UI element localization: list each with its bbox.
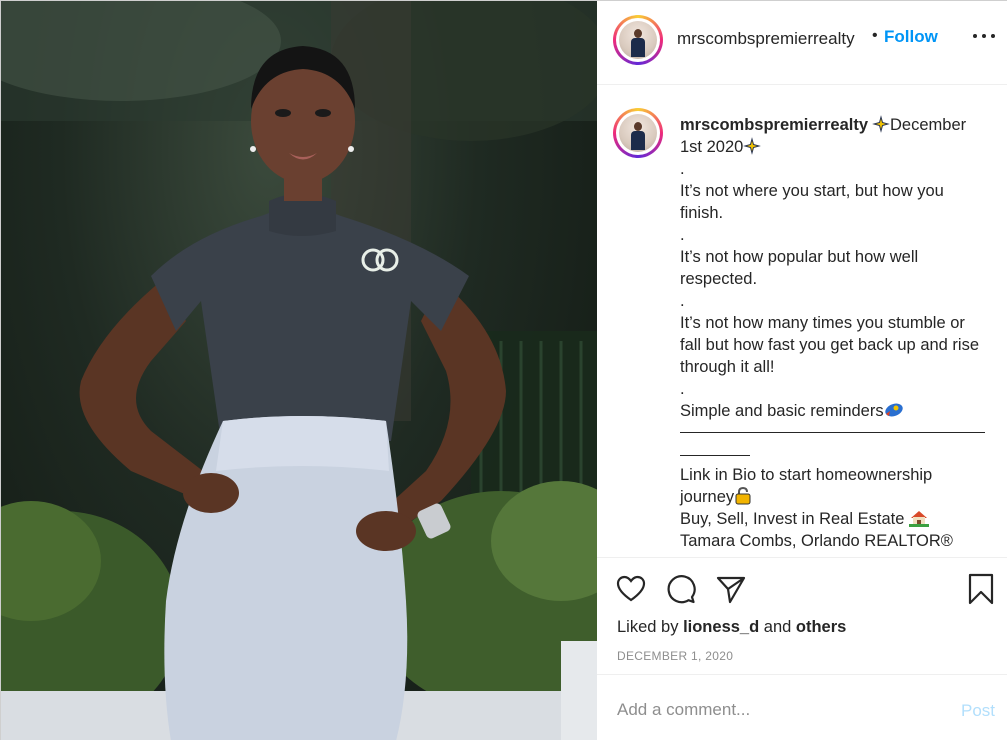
post-window: mrscombspremierrealty • Follow mrscombsp… <box>0 0 1007 740</box>
caption-username[interactable]: mrscombspremierrealty <box>680 116 868 134</box>
comment-icon[interactable] <box>665 573 697 605</box>
follow-button[interactable]: Follow <box>884 27 938 47</box>
liked-by-and: and <box>763 618 792 636</box>
sparkles-icon <box>743 137 762 155</box>
post-actions: Liked by lioness_d and others DECEMBER 1… <box>597 557 1007 740</box>
caption-paragraph: Simple and basic reminders <box>680 402 884 420</box>
caption-avatar-image <box>619 114 657 152</box>
caption-paragraph: Link in Bio to start homeownership journ… <box>680 466 933 506</box>
post-photo[interactable] <box>1 1 597 740</box>
caption-paragraph: Buy, Sell, Invest in Real Estate <box>680 510 905 528</box>
likes-summary: Liked by lioness_d and others <box>617 618 846 637</box>
caption-dot: . <box>680 380 685 398</box>
caption-dot: . <box>680 226 685 244</box>
caption-paragraph: It’s not how many times you stumble or f… <box>680 314 980 376</box>
post-date[interactable]: DECEMBER 1, 2020 <box>617 649 733 663</box>
post-comment-button[interactable]: Post <box>961 701 995 721</box>
post-sidebar: mrscombspremierrealty • Follow mrscombsp… <box>597 1 1007 740</box>
bookmark-icon[interactable] <box>965 573 997 605</box>
post-header: mrscombspremierrealty • Follow <box>597 1 1007 85</box>
share-icon[interactable] <box>715 573 747 605</box>
divider-line <box>680 432 985 433</box>
caption-avatar[interactable] <box>613 108 663 158</box>
photo-illustration <box>1 1 597 740</box>
sparkles-icon <box>872 115 890 133</box>
caption-paragraph: It’s not how popular but how well respec… <box>680 248 919 288</box>
comment-input[interactable] <box>617 695 937 725</box>
follow-separator: • <box>872 27 878 44</box>
divider-line-short <box>680 455 750 456</box>
liked-by-prefix: Liked by <box>617 618 679 636</box>
avatar[interactable] <box>613 15 663 65</box>
caption-paragraph: It’s not where you start, but how you fi… <box>680 182 944 222</box>
comment-bar: Post <box>597 674 1007 740</box>
liked-by-others[interactable]: others <box>796 618 846 636</box>
caption-dot: . <box>680 160 685 178</box>
heart-icon[interactable] <box>615 573 647 605</box>
more-options-icon[interactable] <box>971 31 997 43</box>
liked-by-user[interactable]: lioness_d <box>683 618 759 636</box>
rocket-icon <box>884 401 903 419</box>
caption-text: mrscombspremierrealty December 1st 2020 .… <box>680 114 985 552</box>
caption-dot: . <box>680 292 685 310</box>
lock-icon <box>734 486 752 505</box>
house-icon <box>908 509 929 527</box>
caption-area[interactable]: mrscombspremierrealty December 1st 2020 .… <box>597 86 1007 557</box>
header-username[interactable]: mrscombspremierrealty <box>677 29 855 49</box>
avatar-image <box>619 21 657 59</box>
caption-paragraph: Tamara Combs, Orlando REALTOR® <box>680 532 953 550</box>
